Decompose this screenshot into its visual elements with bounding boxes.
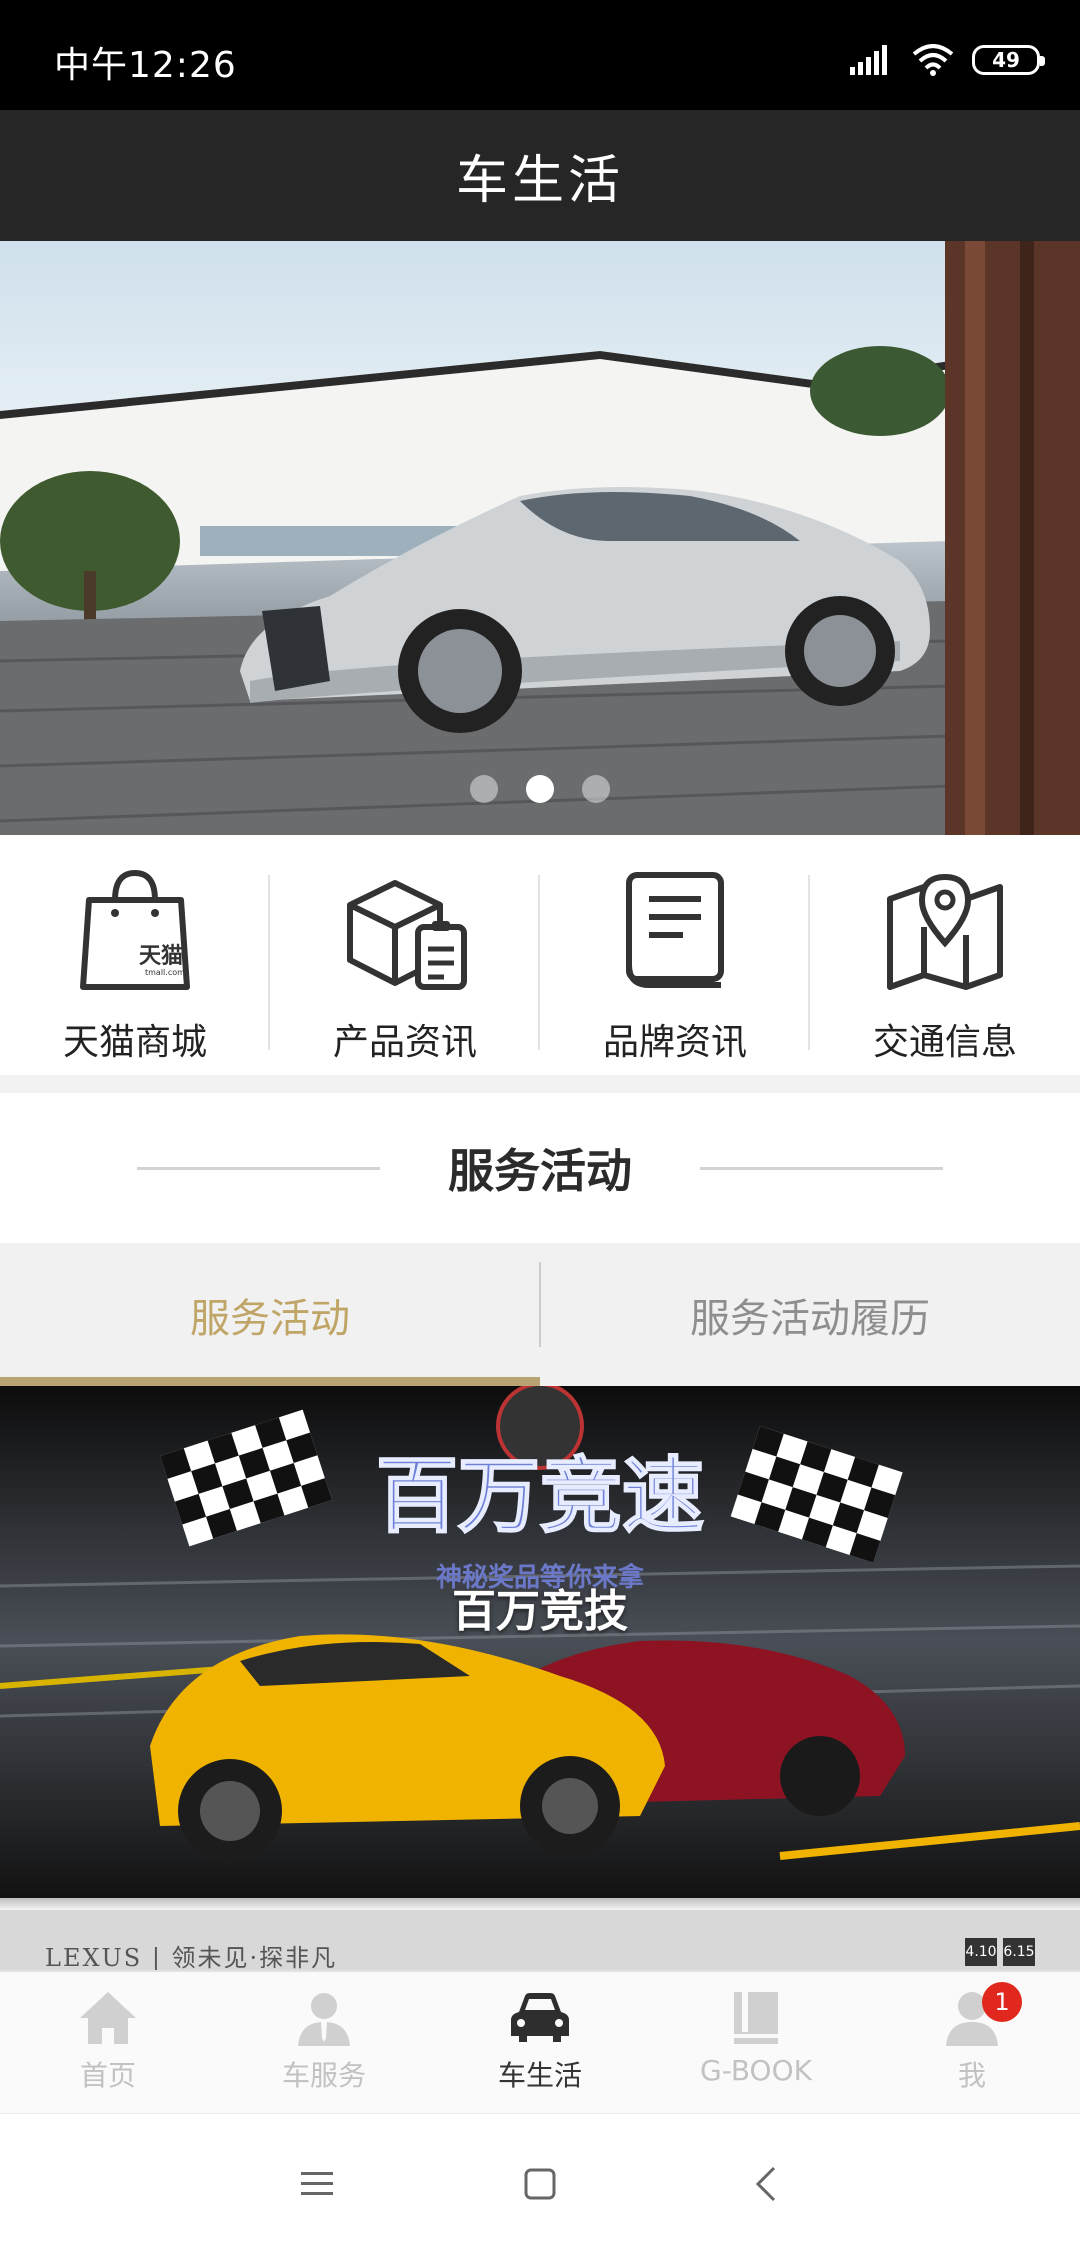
quick-item-brand[interactable]: 品牌资讯 <box>540 835 810 1075</box>
card-shadow <box>0 1898 1080 1910</box>
quick-menu: 天猫 tmall.com 天猫商城 产品资讯 品牌资讯 交通信息 <box>0 835 1080 1075</box>
date-badge: 6.15 <box>1003 1938 1035 1966</box>
package-icon <box>347 880 467 990</box>
nav-label: G-BOOK <box>700 2054 812 2087</box>
back-chevron-icon <box>755 2166 776 2202</box>
carousel-dot[interactable] <box>470 775 498 803</box>
section-divider <box>0 1075 1080 1093</box>
nav-label: 车生活 <box>497 2059 582 2092</box>
gbook-icon <box>734 1992 778 2044</box>
menu-button[interactable] <box>287 2154 347 2214</box>
section-line-right <box>700 1166 943 1170</box>
quick-item-products[interactable]: 产品资讯 <box>270 835 540 1075</box>
next-card-date-badges: 4.10 6.15 <box>965 1938 1035 1966</box>
banner-car-image <box>0 241 1080 835</box>
bottom-nav: 首页 车服务 车生活 G-BOOK 我 1 <box>0 1970 1080 2113</box>
nav-item-me[interactable]: 我 1 <box>864 1972 1080 2113</box>
section-line-left <box>137 1166 380 1170</box>
tmall-icon-subtext: tmall.com <box>145 968 185 977</box>
nav-item-car-service[interactable]: 车服务 <box>216 1972 432 2113</box>
page-title: 车生活 <box>455 151 624 211</box>
activity-card[interactable]: 百万竞速 神秘奖品等你来拿 <box>0 1386 1080 1898</box>
shopping-bag-icon: 天猫 tmall.com <box>80 869 190 990</box>
nav-item-gbook[interactable]: G-BOOK <box>648 1972 864 2113</box>
tab-service-activities[interactable]: 服务活动 <box>0 1243 540 1386</box>
date-badge: 4.10 <box>965 1938 997 1966</box>
activity-card-next[interactable]: LEXUS | 领未见·探非凡 4.10 6.15 <box>0 1910 1080 1970</box>
quick-label: 天猫商城 <box>62 1022 207 1063</box>
app-header: 车生活 <box>0 110 1080 241</box>
battery-level: 49 <box>992 48 1020 72</box>
banner-carousel[interactable] <box>0 241 1080 835</box>
map-pin-icon <box>887 873 1003 990</box>
carousel-dot[interactable] <box>582 775 610 803</box>
quick-label: 产品资讯 <box>332 1022 477 1063</box>
activity-poster-image: 百万竞速 神秘奖品等你来拿 <box>0 1386 1080 1898</box>
status-time: 中午12:26 <box>54 45 237 86</box>
nav-label: 车服务 <box>281 2059 366 2092</box>
quick-item-tmall[interactable]: 天猫 tmall.com 天猫商城 <box>0 835 270 1075</box>
status-icons: 49 <box>850 44 1045 76</box>
system-nav-bar <box>0 2113 1080 2244</box>
quick-label: 交通信息 <box>872 1022 1017 1063</box>
wifi-icon <box>912 44 954 76</box>
quick-item-traffic[interactable]: 交通信息 <box>810 835 1080 1075</box>
book-icon <box>626 872 724 988</box>
tmall-icon-text: 天猫 <box>139 944 183 969</box>
tab-activity-history[interactable]: 服务活动履历 <box>540 1243 1080 1386</box>
tab-divider <box>539 1262 541 1347</box>
battery-icon: 49 <box>972 45 1045 75</box>
car-icon <box>511 1993 569 2042</box>
section-header: 服务活动 <box>0 1093 1080 1243</box>
menu-icon <box>301 2172 333 2195</box>
carousel-indicator[interactable] <box>0 775 1080 803</box>
nav-item-home[interactable]: 首页 <box>0 1972 216 2113</box>
nav-label: 我 <box>957 2059 986 2092</box>
section-title: 服务活动 <box>448 1144 632 1198</box>
next-card-brand-text: LEXUS | 领未见·探非凡 <box>45 1944 338 1970</box>
square-icon <box>524 2168 556 2200</box>
nav-item-car-life[interactable]: 车生活 <box>432 1972 648 2113</box>
service-person-icon <box>298 1993 350 2046</box>
quick-label: 品牌资讯 <box>602 1022 747 1063</box>
carousel-dot-active[interactable] <box>526 775 554 803</box>
nav-label: 首页 <box>79 2059 136 2092</box>
home-icon <box>80 1992 136 2044</box>
status-bar: 中午12:26 49 <box>0 0 1080 110</box>
home-button[interactable] <box>510 2154 570 2214</box>
signal-icon <box>850 45 887 75</box>
back-button[interactable] <box>736 2154 796 2214</box>
activity-title: 百万竞技 <box>452 1586 628 1637</box>
poster-headline: 百万竞速 <box>376 1449 704 1544</box>
notification-badge: 1 <box>982 1982 1022 2022</box>
